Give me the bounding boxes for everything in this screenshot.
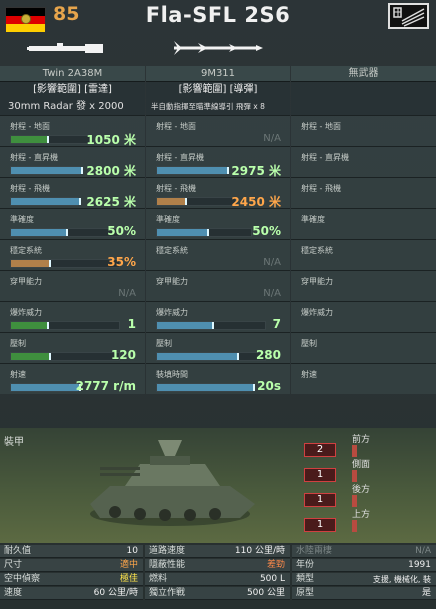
cannon-silhouette-icon (27, 43, 103, 53)
weapon-name: 9M311 (146, 66, 290, 82)
armor-side: 1 側面 (302, 458, 382, 482)
weapon-name: Twin 2A38M (0, 66, 145, 82)
armor-title: 裝甲 (4, 437, 24, 448)
stat-air-recon: 空中偵察 極佳 (0, 573, 143, 586)
stat-autonomy: 獨立作戰 500 公里 (145, 587, 290, 600)
stat-stabilizer: 穩定系統 N/A (146, 239, 290, 270)
stat-type: 類型 支援, 機械化, 裝 (292, 573, 436, 586)
armor-rear: 1 後方 (302, 483, 382, 507)
stat-road-speed: 道路速度 110 公里/時 (145, 545, 290, 558)
stat-heli-range: 射程 - 直昇機 2800 米 (0, 146, 145, 178)
stat-accuracy: 準確度 50% (0, 208, 145, 239)
stat-he-power: 爆炸威力 7 (146, 301, 290, 332)
weapon-silhouettes (0, 36, 436, 66)
vehicle-render-icon (90, 440, 255, 526)
missile-silhouette-icon (174, 41, 263, 55)
stat-suppression: 壓制 (291, 332, 436, 363)
armor-top: 1 上方 (302, 508, 382, 532)
stat-stabilizer: 穩定系統 (291, 239, 436, 270)
unit-stats-table: 耐久值 10 道路速度 110 公里/時 水陸兩棲 N/A 尺寸 適中 隱蔽性能 差勁 年… (0, 543, 436, 609)
weapon-name: 無武器 (291, 66, 436, 82)
stat-heli-range: 射程 - 直昇機 (291, 146, 436, 177)
stat-he-power: 爆炸威力 1 (0, 301, 145, 332)
stat-rate-of-fire: 射速 2777 r/m (0, 363, 145, 394)
stat-rate-of-fire: 射速 (291, 363, 436, 394)
stat-ground-range: 射程 - 地面 (291, 115, 436, 146)
stat-he-power: 爆炸威力 (291, 301, 436, 332)
stat-accuracy: 準確度 50% (146, 208, 290, 239)
stat-stabilizer: 穩定系統 35% (0, 239, 145, 270)
stat-suppression: 壓制 120 (0, 332, 145, 363)
stat-stealth: 隱蔽性能 差勁 (145, 559, 290, 572)
weapon-tags: [影響範圍] [導彈] (146, 82, 290, 98)
stat-year: 年份 1991 (292, 559, 436, 572)
header: 85 Fla-SFL 2S6 (0, 0, 436, 36)
stat-penetration: 穿甲能力 (291, 270, 436, 301)
stat-suppression: 壓制 280 (146, 332, 290, 363)
armor-panel: 裝甲 2 前方 1 側面 1 後方 1 上方 (0, 428, 436, 543)
stat-accuracy: 準確度 (291, 208, 436, 239)
weapon-tags: [影響範圍] [雷達] (0, 82, 145, 98)
stat-air-range: 射程 - 飛機 (291, 177, 436, 208)
armor-front: 2 前方 (302, 433, 382, 457)
stat-fuel: 燃料 500 L (145, 573, 290, 586)
unit-card: 85 Fla-SFL 2S6 Twin 2A38M [影響範圍] [雷達] 30… (0, 0, 436, 609)
stat-heli-range: 射程 - 直昇機 2975 米 (146, 146, 290, 178)
stat-prototype: 原型是 (292, 587, 436, 600)
stat-ground-range: 射程 - 地面 1050 米 (0, 115, 145, 147)
weapon-column-1: Twin 2A38M [影響範圍] [雷達] 30mm Radar 發 x 20… (0, 66, 145, 428)
stat-penetration: 穿甲能力 N/A (146, 270, 290, 301)
weapon-column-3: 無武器 射程 - 地面 射程 - 直昇機 射程 - 飛機 準確度 穩定系統 穿甲… (291, 66, 436, 428)
weapon-ammo: 半自動指揮至瞄準線導引 飛彈 x 8 (146, 98, 290, 115)
stat-reload-time: 裝填時間 20s (146, 363, 290, 394)
stat-durability: 耐久值 10 (0, 545, 143, 558)
stat-size: 尺寸 適中 (0, 559, 143, 572)
stat-speed: 速度 60 公里/時 (0, 587, 143, 600)
stat-amphibious: 水陸兩棲 N/A (292, 545, 436, 558)
unit-title: Fla-SFL 2S6 (145, 3, 291, 27)
unit-role-icon (388, 3, 429, 29)
weapon-column-2: 9M311 [影響範圍] [導彈] 半自動指揮至瞄準線導引 飛彈 x 8 射程 … (146, 66, 290, 428)
stat-air-range: 射程 - 飛機 2625 米 (0, 177, 145, 209)
stat-air-range: 射程 - 飛機 2450 米 (146, 177, 290, 209)
weapon-ammo: 30mm Radar 發 x 2000 (0, 98, 145, 115)
stat-penetration: 穿甲能力 N/A (0, 270, 145, 301)
stat-ground-range: 射程 - 地面 N/A (146, 115, 290, 146)
